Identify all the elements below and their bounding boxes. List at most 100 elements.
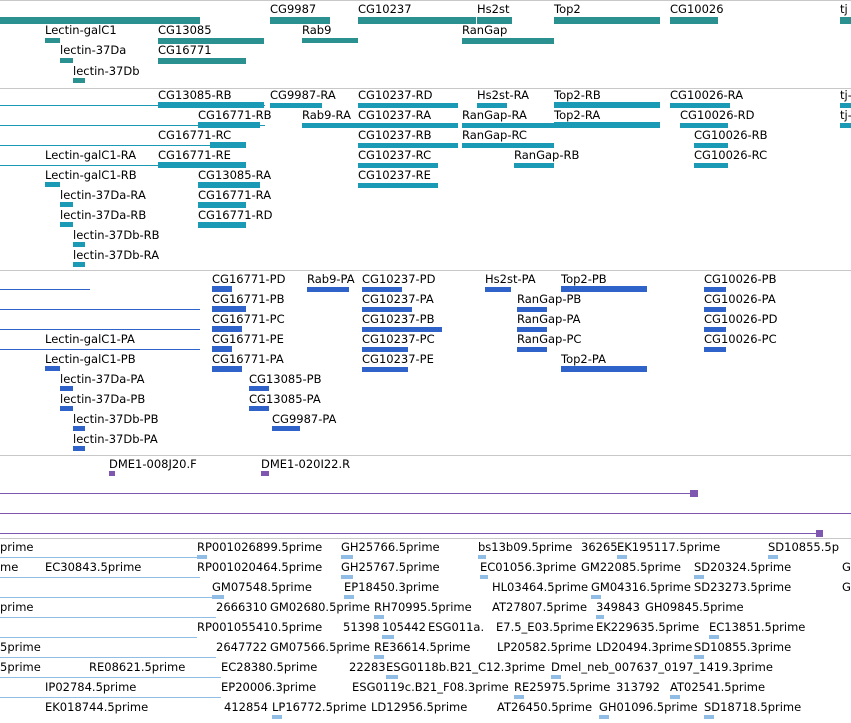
feature-glyph[interactable]	[358, 183, 438, 188]
feature-label[interactable]: DME1-020I22.R	[261, 458, 350, 471]
feature-label[interactable]: GH09845.5prime	[645, 601, 744, 614]
feature-glyph[interactable]	[462, 38, 554, 44]
feature-label[interactable]: CG10026-PC	[704, 333, 777, 346]
feature-label[interactable]: 5prime	[0, 661, 41, 674]
intron-line[interactable]	[0, 557, 197, 558]
feature-label[interactable]: Top2	[554, 3, 581, 16]
feature-glyph[interactable]	[840, 123, 851, 128]
feature-label[interactable]: RanGap-PC	[517, 333, 581, 346]
feature-label[interactable]: EK018744.5prime	[45, 701, 148, 714]
intron-line[interactable]	[0, 617, 216, 618]
feature-label[interactable]: Hs2st	[477, 3, 509, 16]
feature-glyph[interactable]	[694, 655, 704, 659]
feature-glyph[interactable]	[480, 575, 488, 579]
feature-glyph[interactable]	[60, 58, 73, 63]
feature-label[interactable]: RE36614.5prime	[374, 641, 470, 654]
feature-glyph[interactable]	[694, 575, 704, 579]
feature-glyph[interactable]	[690, 490, 698, 497]
feature-label[interactable]: EC13851.5prime	[709, 621, 805, 634]
feature-label[interactable]: Top2-RB	[554, 89, 601, 102]
feature-label[interactable]: RP001055410.5prime	[197, 621, 322, 634]
feature-label[interactable]: CG10237-PE	[362, 353, 434, 366]
feature-label[interactable]: lectin-37Da-RB	[60, 209, 146, 222]
feature-label[interactable]: 313792	[616, 681, 660, 694]
feature-label[interactable]: GH01096.5prime	[599, 701, 698, 714]
feature-label[interactable]: SD23273.5prime	[694, 581, 791, 594]
intron-line[interactable]	[0, 349, 200, 350]
feature-glyph[interactable]	[60, 406, 73, 411]
feature-label[interactable]: CG10026-PA	[704, 293, 776, 306]
feature-glyph[interactable]	[45, 182, 60, 187]
feature-glyph[interactable]	[551, 675, 561, 679]
feature-label[interactable]: SD10855.5p	[768, 541, 839, 554]
intron-line[interactable]	[0, 533, 822, 534]
feature-glyph[interactable]	[73, 262, 85, 267]
feature-glyph[interactable]	[341, 575, 353, 579]
feature-label[interactable]: CG10237-RC	[358, 149, 431, 162]
feature-label[interactable]: GH25766.5prime	[341, 541, 440, 554]
feature-label[interactable]: CG16771-PB	[212, 293, 285, 306]
feature-glyph[interactable]	[561, 366, 647, 372]
feature-label[interactable]: Lectin-galC1	[45, 24, 117, 37]
intron-line[interactable]	[0, 657, 216, 658]
feature-label[interactable]: tj	[840, 3, 848, 16]
feature-glyph[interactable]	[158, 58, 246, 64]
feature-label[interactable]: CG13085-RA	[198, 169, 271, 182]
feature-label[interactable]: CG16771-PD	[212, 273, 285, 286]
feature-label[interactable]: Rab9	[302, 24, 331, 37]
feature-label[interactable]: lectin-37Db-RA	[73, 249, 159, 262]
feature-label[interactable]: CG10237-RD	[358, 89, 433, 102]
intron-line[interactable]	[0, 289, 90, 290]
feature-label[interactable]: Lectin-galC1-RB	[45, 169, 137, 182]
feature-label[interactable]: me	[0, 561, 18, 574]
intron-line[interactable]	[0, 145, 245, 146]
feature-glyph[interactable]	[596, 615, 604, 619]
feature-label[interactable]: CG10237-RA	[358, 109, 431, 122]
feature-label[interactable]: RanGap-PA	[517, 313, 581, 326]
feature-glyph[interactable]	[816, 530, 823, 537]
intron-line[interactable]	[0, 309, 200, 310]
feature-glyph[interactable]	[45, 366, 60, 371]
feature-glyph[interactable]	[73, 446, 85, 451]
intron-line[interactable]	[0, 677, 221, 678]
feature-label[interactable]: CG9987-PA	[272, 413, 336, 426]
feature-glyph[interactable]	[517, 347, 547, 352]
feature-glyph[interactable]	[307, 287, 349, 292]
feature-label[interactable]: CG16771-RC	[158, 129, 231, 142]
feature-label[interactable]: CG13085	[158, 24, 212, 37]
intron-line[interactable]	[0, 597, 212, 598]
feature-label[interactable]: Lectin-galC1-RA	[45, 149, 136, 162]
feature-label[interactable]: lectin-37Db	[73, 65, 140, 78]
feature-glyph[interactable]	[109, 471, 115, 476]
feature-label[interactable]: EP18450.3prime	[344, 581, 439, 594]
feature-label[interactable]: ESG011a.	[428, 621, 484, 634]
feature-label[interactable]: HL03464.5prime	[492, 581, 588, 594]
feature-glyph[interactable]	[341, 555, 353, 559]
feature-label[interactable]: AT02541.5prime	[670, 681, 765, 694]
feature-label[interactable]: lectin-37Db-RB	[73, 229, 160, 242]
feature-label[interactable]: EP20006.3prime	[221, 681, 316, 694]
feature-label[interactable]: EK195117.5prime	[617, 541, 720, 554]
feature-label[interactable]: CG13085-PA	[249, 393, 321, 406]
feature-label[interactable]: G	[842, 561, 851, 574]
feature-label[interactable]: Dmel_neb_007637_0197_1419.3prime	[551, 661, 773, 674]
feature-glyph[interactable]	[478, 555, 486, 559]
feature-label[interactable]: Top2-PB	[561, 273, 607, 286]
feature-glyph[interactable]	[73, 242, 85, 247]
intron-line[interactable]	[0, 493, 698, 494]
feature-label[interactable]: EC28380.5prime	[221, 661, 317, 674]
feature-glyph[interactable]	[382, 635, 394, 639]
feature-label[interactable]: 51398	[343, 621, 380, 634]
feature-glyph[interactable]	[591, 595, 601, 599]
feature-glyph[interactable]	[599, 715, 609, 719]
feature-label[interactable]: tj-	[840, 109, 851, 122]
feature-label[interactable]: CG16771-PA	[212, 353, 284, 366]
feature-glyph[interactable]	[386, 675, 398, 679]
feature-label[interactable]: lectin-37Da-RA	[60, 189, 146, 202]
feature-glyph[interactable]	[554, 122, 660, 128]
feature-label[interactable]: EC30843.5prime	[45, 561, 141, 574]
feature-label[interactable]: ESG0119c.B21_F08.3prime	[352, 681, 509, 694]
feature-label[interactable]: LP20582.5prime	[497, 641, 591, 654]
feature-glyph[interactable]	[374, 655, 384, 659]
feature-glyph[interactable]	[197, 555, 207, 559]
